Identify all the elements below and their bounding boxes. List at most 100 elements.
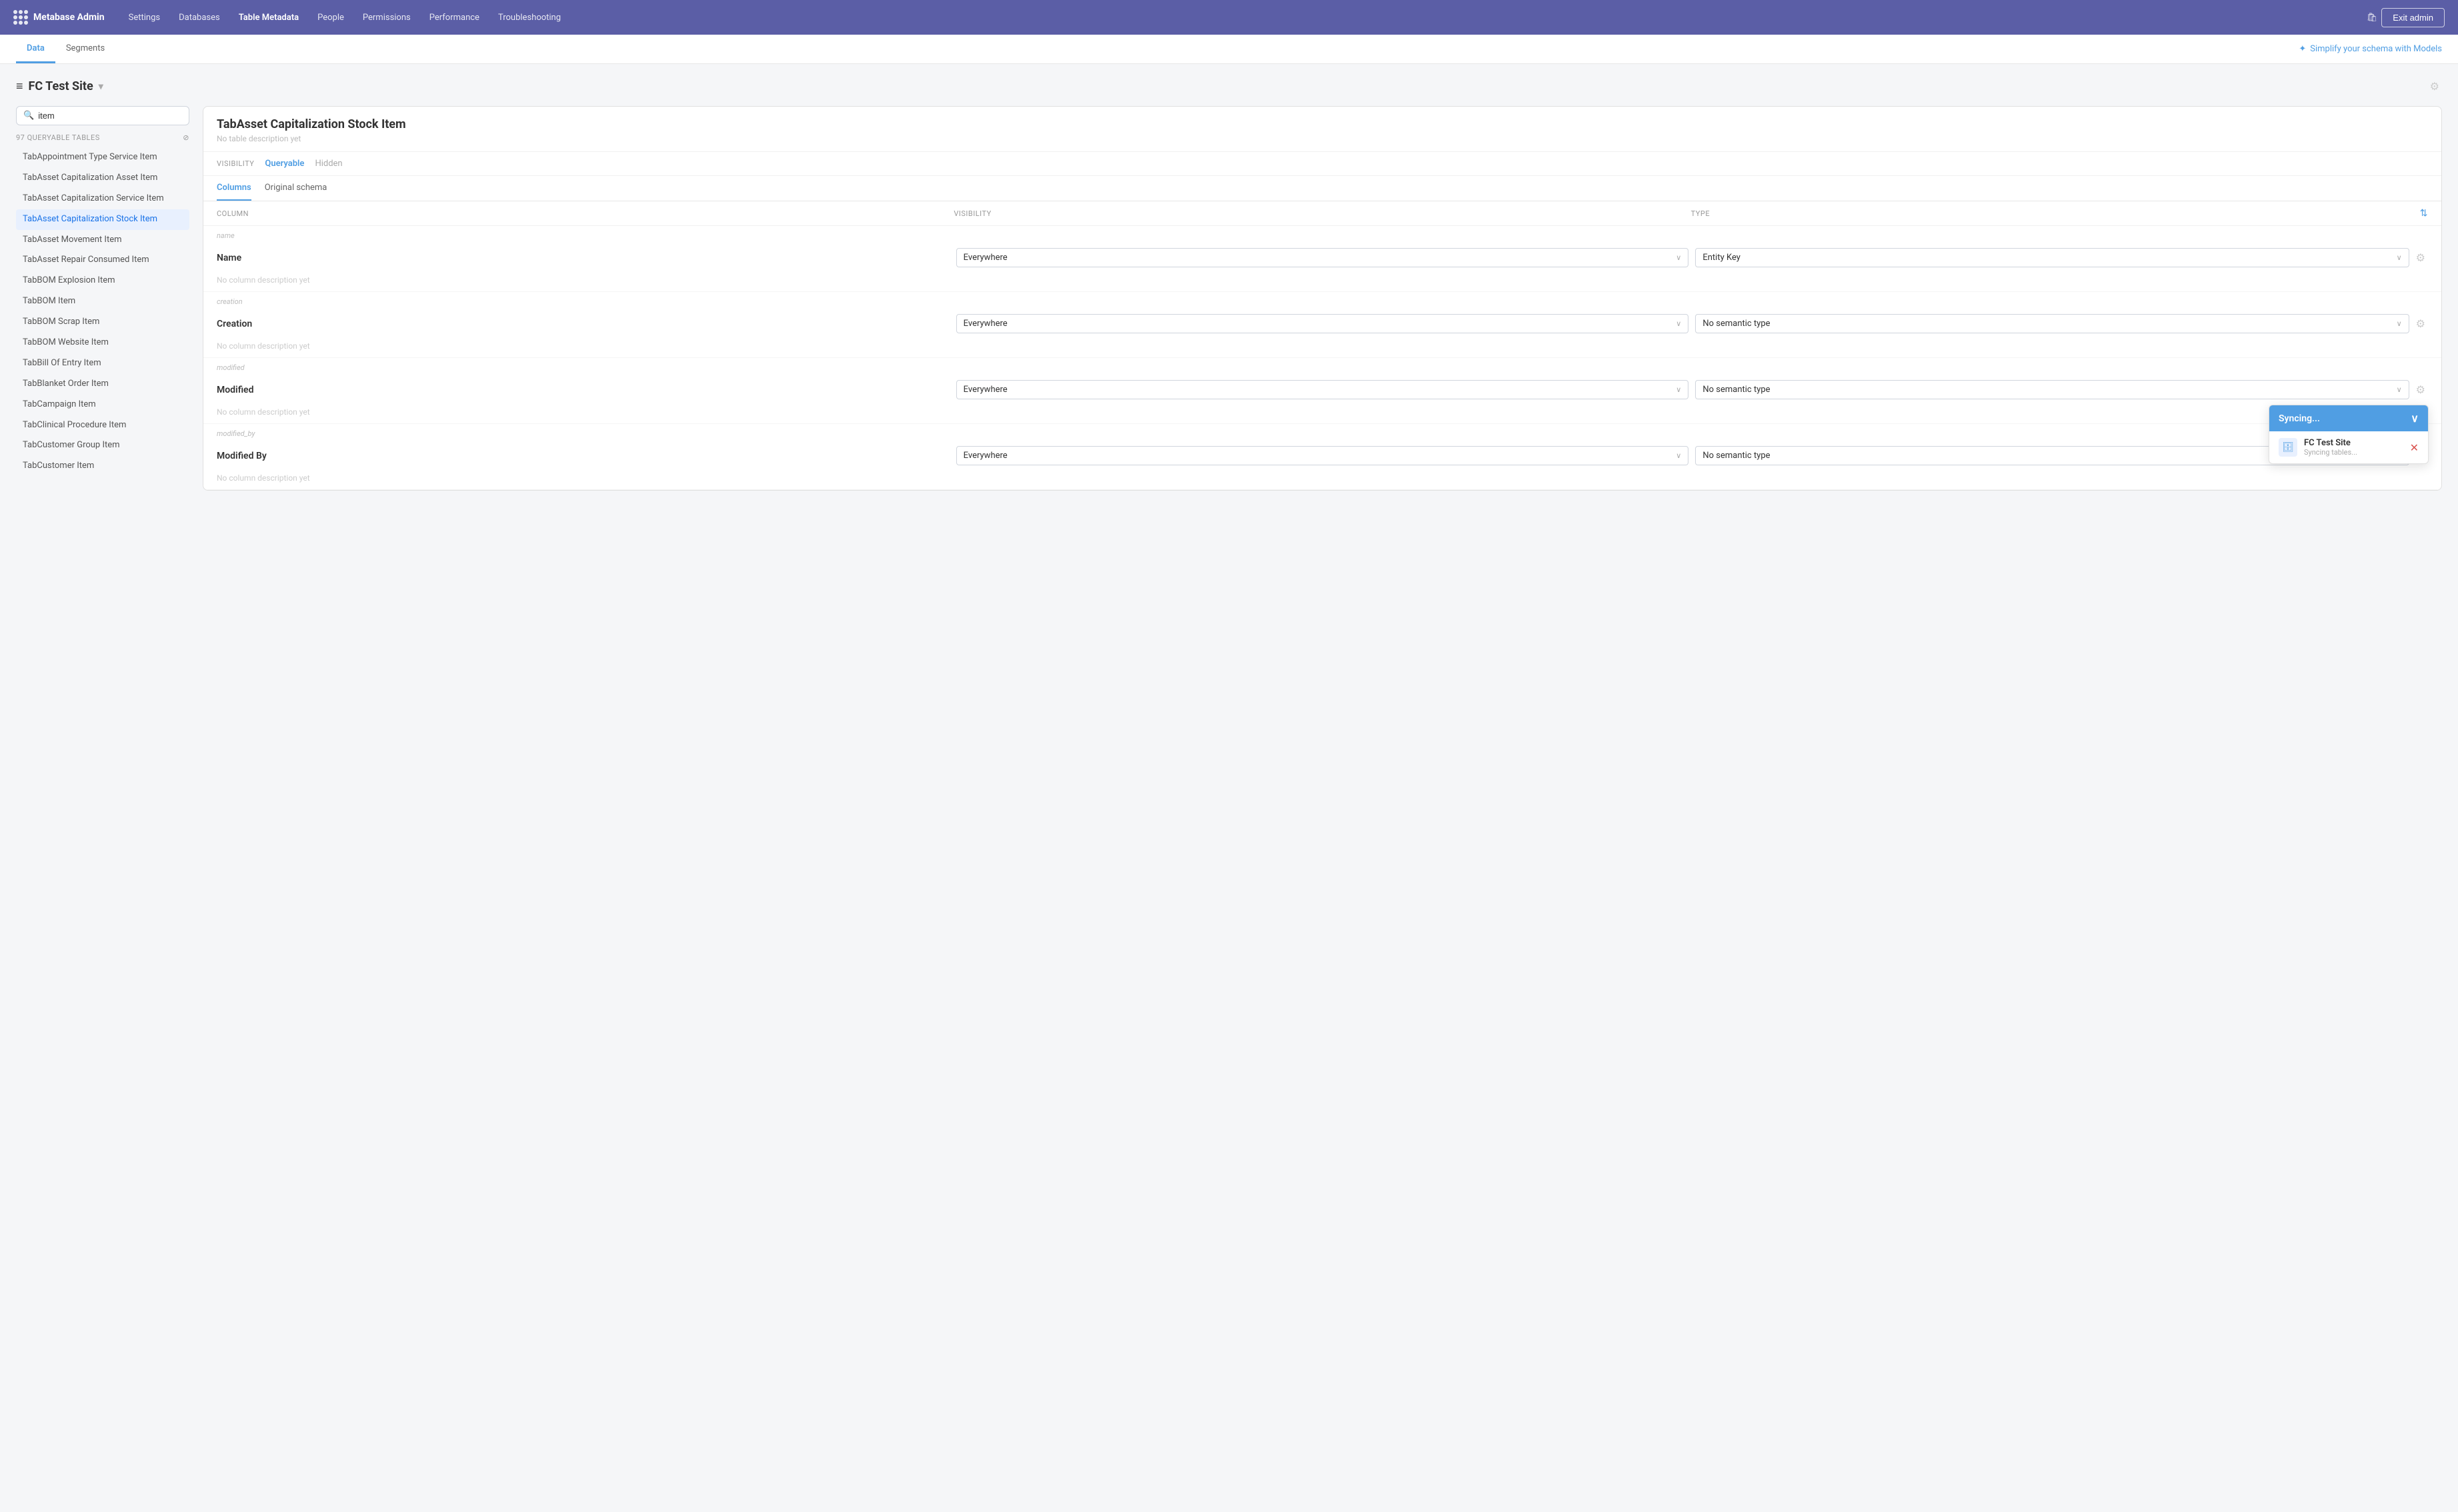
column-description: No column description yet <box>203 471 2441 489</box>
nav-item-databases[interactable]: Databases <box>171 9 228 27</box>
sub-nav-tab-data[interactable]: Data <box>16 35 55 63</box>
sidebar-item[interactable]: TabBlanket Order Item <box>16 374 189 395</box>
tab-original-schema[interactable]: Original schema <box>265 176 327 201</box>
visibility-value: Everywhere <box>964 451 1008 461</box>
main-content: ≡ FC Test Site ▾ ⚙ 🔍 97 QUERYABLE TABLES… <box>0 64 2458 1512</box>
type-value: Entity Key <box>1702 253 1740 263</box>
column-visibility-cell: Everywhere ∨ <box>956 380 1689 399</box>
sync-status: Syncing tables... <box>2304 448 2403 457</box>
column-field-label: creation <box>203 292 2441 309</box>
sidebar-item[interactable]: TabBOM Item <box>16 291 189 312</box>
col-header-type: TYPE ⇅ <box>1691 208 2428 219</box>
sidebar-meta: 97 QUERYABLE TABLES ⊘ <box>16 133 189 142</box>
nav-item-troubleshooting[interactable]: Troubleshooting <box>490 9 569 27</box>
tab-columns[interactable]: Columns <box>217 176 251 201</box>
col-header-visibility: VISIBILITY <box>954 209 1690 218</box>
nav-item-permissions[interactable]: Permissions <box>355 9 419 27</box>
visibility-dropdown[interactable]: Everywhere ∨ <box>956 446 1689 465</box>
nav-items: SettingsDatabasesTable MetadataPeoplePer… <box>121 9 2363 27</box>
sort-icon[interactable]: ⇅ <box>2420 208 2428 219</box>
columns-header: COLUMN VISIBILITY TYPE ⇅ <box>203 201 2441 226</box>
sync-db-name: FC Test Site <box>2304 438 2403 448</box>
column-settings-icon[interactable]: ⚙ <box>2413 249 2428 267</box>
sync-header: Syncing... ∨ <box>2269 405 2428 431</box>
search-input[interactable] <box>38 111 182 121</box>
sidebar-item[interactable]: TabBOM Scrap Item <box>16 312 189 333</box>
type-value: No semantic type <box>1702 385 1770 395</box>
visibility-value: Everywhere <box>964 253 1008 263</box>
search-box[interactable]: 🔍 <box>16 106 189 125</box>
column-row: Creation Everywhere ∨ No semantic type ∨… <box>203 309 2441 339</box>
sparkle-icon: ✦ <box>2299 44 2306 54</box>
columns-container: name Name Everywhere ∨ Entity Key ∨ ⚙ <box>203 226 2441 490</box>
sync-cancel-icon[interactable]: ✕ <box>2410 441 2419 454</box>
panel-title: TabAsset Capitalization Stock Item <box>217 117 2428 131</box>
chevron-down-icon: ∨ <box>1676 319 1681 328</box>
nav-item-performance[interactable]: Performance <box>421 9 487 27</box>
sync-chevron-icon[interactable]: ∨ <box>2411 412 2419 425</box>
chevron-down-icon: ∨ <box>2397 253 2402 262</box>
sidebar-item[interactable]: TabCampaign Item <box>16 395 189 415</box>
column-type-cell: No semantic type ∨ ⚙ <box>1695 380 2428 399</box>
sidebar-item[interactable]: TabCustomer Group Item <box>16 435 189 456</box>
sidebar-item[interactable]: TabBill Of Entry Item <box>16 353 189 374</box>
visibility-row: VISIBILITY Queryable Hidden <box>203 152 2441 176</box>
db-settings-icon[interactable]: ⚙ <box>2427 77 2442 95</box>
type-dropdown[interactable]: Entity Key ∨ <box>1695 248 2409 267</box>
nav-item-settings[interactable]: Settings <box>121 9 168 27</box>
column-field-label: name <box>203 226 2441 243</box>
sidebar-item[interactable]: TabAsset Capitalization Service Item <box>16 189 189 209</box>
sidebar-item[interactable]: TabAsset Capitalization Stock Item <box>16 209 189 230</box>
type-dropdown[interactable]: No semantic type ∨ <box>1695 314 2409 333</box>
sub-nav: DataSegments ✦ Simplify your schema with… <box>0 35 2458 64</box>
eye-off-icon[interactable]: ⊘ <box>183 133 189 142</box>
visibility-value: Everywhere <box>964 385 1008 395</box>
sidebar-item[interactable]: TabAsset Repair Consumed Item <box>16 250 189 271</box>
column-group: modified_by Modified By Everywhere ∨ No … <box>203 424 2441 490</box>
visibility-dropdown[interactable]: Everywhere ∨ <box>956 380 1689 399</box>
column-field-label: modified_by <box>203 424 2441 441</box>
visibility-hidden[interactable]: Hidden <box>315 159 342 169</box>
visibility-dropdown[interactable]: Everywhere ∨ <box>956 248 1689 267</box>
app-name: Metabase Admin <box>33 12 105 23</box>
db-title[interactable]: ≡ FC Test Site ▾ <box>16 79 103 93</box>
logo-icon <box>13 10 28 25</box>
column-name: Name <box>217 253 950 263</box>
sidebar-item[interactable]: TabCustomer Item <box>16 456 189 477</box>
panel-header: TabAsset Capitalization Stock Item No ta… <box>203 107 2441 152</box>
sidebar: 🔍 97 QUERYABLE TABLES ⊘ TabAppointment T… <box>16 106 189 491</box>
chevron-down-icon: ∨ <box>1676 385 1681 394</box>
right-panel: TabAsset Capitalization Stock Item No ta… <box>203 106 2442 491</box>
column-name: Modified <box>217 385 950 395</box>
column-visibility-cell: Everywhere ∨ <box>956 248 1689 267</box>
sidebar-item[interactable]: TabAppointment Type Service Item <box>16 147 189 168</box>
search-icon: 🔍 <box>23 111 34 121</box>
sidebar-item[interactable]: TabBOM Explosion Item <box>16 271 189 291</box>
panel-tabs: Columns Original schema <box>203 176 2441 201</box>
column-name: Creation <box>217 319 950 329</box>
column-description: No column description yet <box>203 339 2441 357</box>
column-settings-icon[interactable]: ⚙ <box>2413 381 2428 399</box>
sidebar-item[interactable]: TabAsset Movement Item <box>16 230 189 251</box>
store-icon[interactable]: 🛍 <box>2363 9 2382 27</box>
simplify-models-link[interactable]: ✦ Simplify your schema with Models <box>2299 44 2442 54</box>
panel-description: No table description yet <box>217 134 2428 143</box>
visibility-value: Everywhere <box>964 319 1008 329</box>
type-dropdown[interactable]: No semantic type ∨ <box>1695 380 2409 399</box>
chevron-down-icon: ∨ <box>2397 385 2402 394</box>
nav-item-people[interactable]: People <box>309 9 352 27</box>
db-chevron-icon: ▾ <box>99 81 103 92</box>
sidebar-item[interactable]: TabAsset Capitalization Asset Item <box>16 168 189 189</box>
sync-body: 🗄 FC Test Site Syncing tables... ✕ <box>2269 431 2428 463</box>
column-group: name Name Everywhere ∨ Entity Key ∨ ⚙ <box>203 226 2441 292</box>
sidebar-item[interactable]: TabClinical Procedure Item <box>16 415 189 436</box>
column-name: Modified By <box>217 451 950 461</box>
column-settings-icon[interactable]: ⚙ <box>2413 315 2428 333</box>
column-row: Name Everywhere ∨ Entity Key ∨ ⚙ <box>203 243 2441 273</box>
nav-item-table-metadata[interactable]: Table Metadata <box>231 9 307 27</box>
visibility-queryable[interactable]: Queryable <box>265 159 304 169</box>
sidebar-item[interactable]: TabBOM Website Item <box>16 333 189 353</box>
visibility-dropdown[interactable]: Everywhere ∨ <box>956 314 1689 333</box>
exit-admin-button[interactable]: Exit admin <box>2381 8 2445 27</box>
sub-nav-tab-segments[interactable]: Segments <box>55 35 115 63</box>
